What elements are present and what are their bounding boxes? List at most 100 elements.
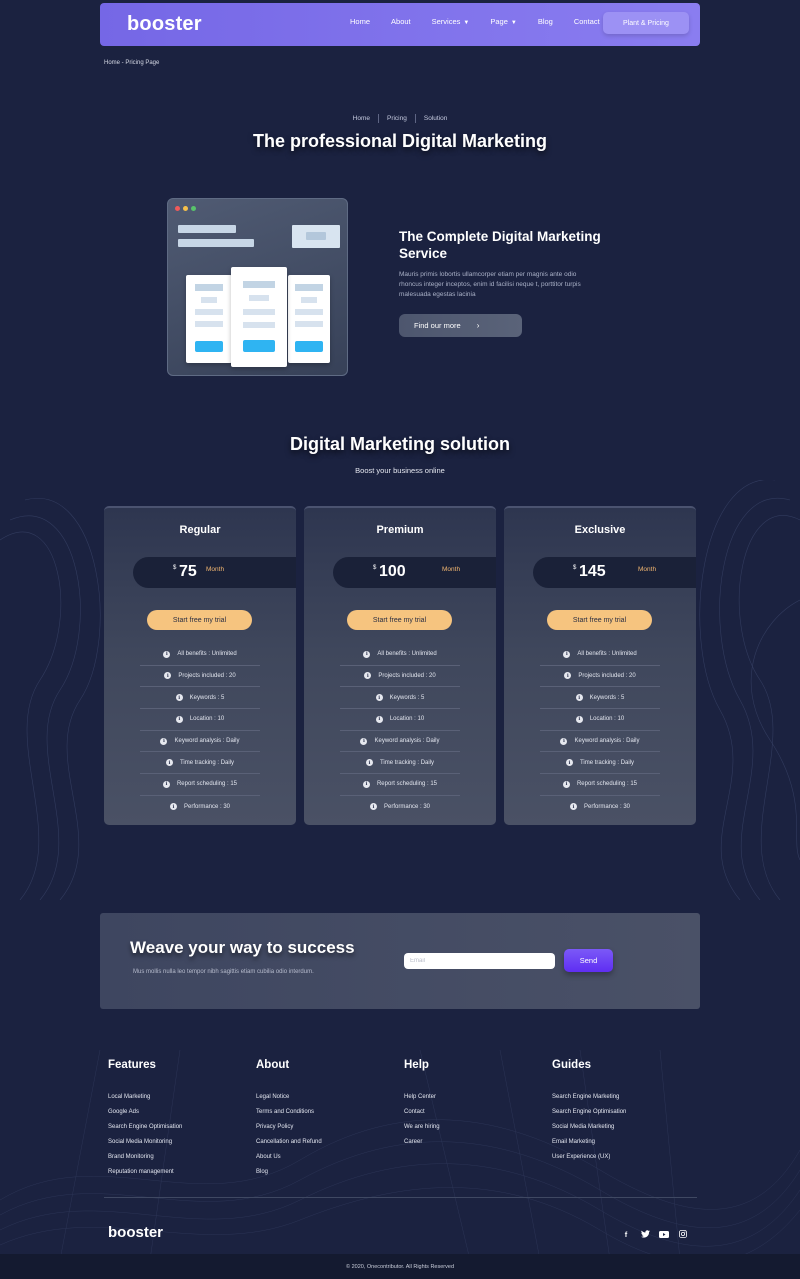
footer-link[interactable]: Help Center bbox=[404, 1090, 544, 1105]
copyright-bar: © 2020, Onecontributor. All Rights Reser… bbox=[0, 1254, 800, 1279]
footer-divider bbox=[104, 1197, 697, 1198]
plan-price: $75 Month bbox=[133, 557, 296, 588]
info-icon: i bbox=[569, 803, 577, 811]
plan-feature: i Report scheduling : 15 bbox=[140, 774, 260, 796]
newsletter-text: Mus mollis nulla leo tempor nibh sagitti… bbox=[133, 969, 314, 975]
brand-logo[interactable]: booster bbox=[127, 13, 202, 36]
currency-symbol: $ bbox=[373, 565, 377, 571]
find-out-more-button[interactable]: Find our more › bbox=[399, 314, 522, 337]
chevron-down-icon: ▼ bbox=[510, 20, 517, 26]
plan-feature: i Keyword analysis : Daily bbox=[540, 731, 660, 753]
nav-about[interactable]: About bbox=[391, 17, 411, 26]
plan-feature: i All benefits : Unlimited bbox=[340, 644, 460, 666]
footer-link[interactable]: Terms and Conditions bbox=[256, 1105, 396, 1120]
plan-feature: i Time tracking : Daily bbox=[140, 753, 260, 775]
crumb-solution: Solution bbox=[423, 115, 448, 122]
plan-feature: i All benefits : Unlimited bbox=[140, 644, 260, 666]
email-field[interactable] bbox=[404, 953, 555, 969]
main-nav: Home About Services ▼ Page ▼ Blog Contact bbox=[350, 17, 621, 26]
pricing-section-title: Digital Marketing solution bbox=[289, 434, 510, 454]
crumb-home[interactable]: Home bbox=[345, 114, 379, 123]
info-icon: i bbox=[364, 672, 372, 680]
footer-link[interactable]: Reputation management bbox=[108, 1165, 248, 1180]
info-icon: i bbox=[369, 803, 377, 811]
footer-link[interactable]: About Us bbox=[256, 1150, 396, 1165]
footer-link[interactable]: We are hiring bbox=[404, 1120, 544, 1135]
info-icon: i bbox=[360, 737, 368, 745]
footer-column-title: Features bbox=[108, 1059, 156, 1071]
footer-link[interactable]: Blog bbox=[256, 1165, 396, 1180]
nav-services[interactable]: Services ▼ bbox=[432, 17, 470, 26]
footer-link[interactable]: Legal Notice bbox=[256, 1090, 396, 1105]
plan-feature: i Performance : 30 bbox=[540, 796, 660, 818]
nav-home[interactable]: Home bbox=[350, 17, 370, 26]
service-title: The Complete Digital Marketing Service bbox=[399, 229, 601, 261]
social-links: f bbox=[621, 1229, 697, 1239]
plan-feature: i Time tracking : Daily bbox=[540, 753, 660, 775]
footer-link[interactable]: Local Marketing bbox=[108, 1090, 248, 1105]
info-icon: i bbox=[375, 715, 383, 723]
info-icon: i bbox=[575, 715, 583, 723]
plant-pricing-button[interactable]: Plant & Pricing bbox=[603, 12, 689, 34]
plan-feature: i Report scheduling : 15 bbox=[540, 774, 660, 796]
footer-link[interactable]: Career bbox=[404, 1135, 544, 1150]
crumb-pricing[interactable]: Pricing bbox=[379, 114, 416, 123]
plan-price: $145 Month bbox=[533, 557, 696, 588]
pricing-section-subtitle: Boost your business online bbox=[355, 466, 445, 475]
footer-link[interactable]: Cancellation and Refund bbox=[256, 1135, 396, 1150]
facebook-icon[interactable]: f bbox=[621, 1229, 631, 1239]
newsletter-title: Weave your way to success bbox=[130, 938, 355, 957]
pricing-card-exclusive: Exclusive $145 Month Start free my trial i Al… bbox=[504, 506, 696, 825]
footer-column-help: Help Help Center Contact We are hiring Caree… bbox=[404, 1059, 544, 1150]
send-button[interactable]: Send bbox=[564, 949, 613, 972]
chevron-right-icon: › bbox=[476, 321, 480, 330]
start-trial-button[interactable]: Start free my trial bbox=[147, 610, 252, 630]
nav-blog[interactable]: Blog bbox=[538, 17, 553, 26]
footer-column-title: About bbox=[256, 1059, 290, 1071]
footer-logo[interactable]: booster bbox=[108, 1224, 163, 1241]
plan-feature: i Location : 10 bbox=[540, 709, 660, 731]
page-breadcrumb: Home - Pricing Page bbox=[104, 60, 160, 66]
plan-price: $100 Month bbox=[333, 557, 496, 588]
start-trial-button[interactable]: Start free my trial bbox=[347, 610, 452, 630]
footer-column-features: Features Local Marketing Google Ads Search … bbox=[108, 1059, 248, 1180]
footer-link[interactable]: Search Engine Optimisation bbox=[552, 1105, 692, 1120]
footer-link[interactable]: Privacy Policy bbox=[256, 1120, 396, 1135]
info-icon: i bbox=[175, 715, 183, 723]
newsletter-banner: Weave your way to success Mus mollis nul… bbox=[100, 913, 700, 1009]
footer-link[interactable]: Search Engine Marketing bbox=[552, 1090, 692, 1105]
plan-feature: i Performance : 30 bbox=[340, 796, 460, 818]
plan-feature: i Keyword analysis : Daily bbox=[340, 731, 460, 753]
footer-link[interactable]: Social Media Monitoring bbox=[108, 1135, 248, 1150]
price-period: Month bbox=[442, 566, 461, 573]
nav-contact[interactable]: Contact bbox=[574, 17, 600, 26]
plan-feature: i Performance : 30 bbox=[140, 796, 260, 818]
chevron-down-icon: ▼ bbox=[463, 20, 470, 26]
twitter-icon[interactable] bbox=[640, 1229, 650, 1239]
footer-link[interactable]: Google Ads bbox=[108, 1105, 248, 1120]
instagram-icon[interactable] bbox=[678, 1229, 688, 1239]
info-icon: i bbox=[560, 737, 568, 745]
page-title: The professional Digital Marketing bbox=[252, 131, 548, 151]
pricing-card-regular: Regular $75 Month Start free my trial i All b… bbox=[104, 506, 296, 825]
window-dots-icon bbox=[175, 206, 199, 211]
youtube-icon[interactable] bbox=[659, 1229, 669, 1239]
info-icon: i bbox=[362, 780, 370, 788]
footer-link[interactable]: Contact bbox=[404, 1105, 544, 1120]
footer-link[interactable]: Search Engine Optimisation bbox=[108, 1120, 248, 1135]
plan-name: Premium bbox=[376, 524, 424, 536]
footer-link[interactable]: Email Marketing bbox=[552, 1135, 692, 1150]
footer-link[interactable]: Social Media Marketing bbox=[552, 1120, 692, 1135]
info-icon: i bbox=[375, 694, 383, 702]
currency-symbol: $ bbox=[173, 565, 177, 571]
footer-column-about: About Legal Notice Terms and Conditions Pri… bbox=[256, 1059, 396, 1180]
info-icon: i bbox=[564, 672, 572, 680]
currency-symbol: $ bbox=[573, 565, 577, 571]
footer-link[interactable]: User Experience (UX) bbox=[552, 1150, 692, 1165]
footer-link[interactable]: Brand Monitoring bbox=[108, 1150, 248, 1165]
pricing-illustration bbox=[167, 198, 348, 376]
start-trial-button[interactable]: Start free my trial bbox=[547, 610, 652, 630]
plan-feature: i Keywords : 5 bbox=[540, 687, 660, 709]
info-icon: i bbox=[160, 737, 168, 745]
nav-page[interactable]: Page ▼ bbox=[490, 17, 516, 26]
